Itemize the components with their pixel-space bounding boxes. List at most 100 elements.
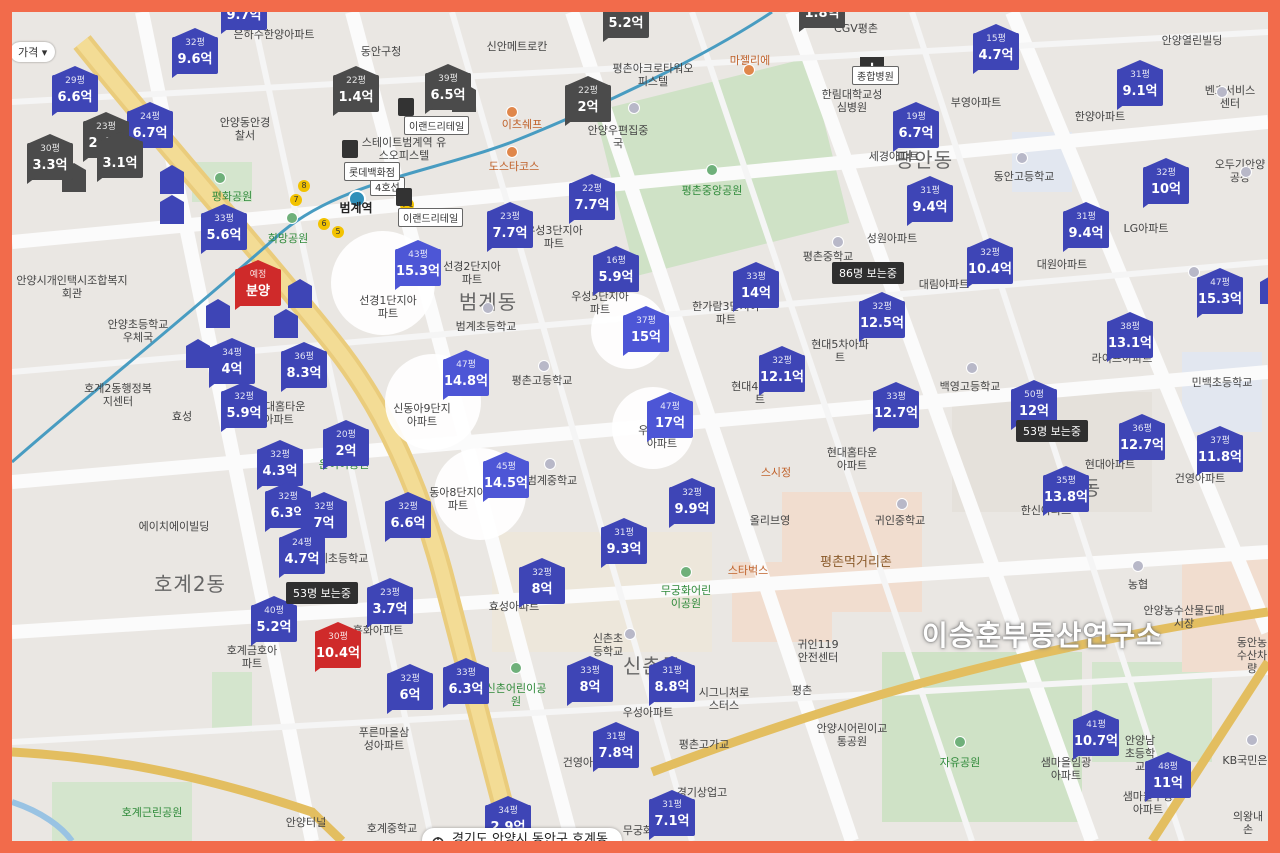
price-marker[interactable]: 35평 13.8억 xyxy=(1043,466,1089,516)
price-marker[interactable]: 43평 15.3억 xyxy=(395,240,441,290)
place-label: 스타벅스 xyxy=(727,564,769,577)
marker-price: 15.3억 xyxy=(395,264,441,279)
price-marker[interactable]: 37평 15억 xyxy=(623,306,669,356)
store-tag[interactable]: 롯데백화점 xyxy=(344,162,400,181)
marker-price: 5.9억 xyxy=(598,270,634,285)
map-canvas[interactable]: 범계동 호계2동 신촌동 평안동 귀인동 평촌먹거리촌 은하수한양아파트 동안구… xyxy=(12,12,1268,841)
area-label: 호계2동 xyxy=(154,572,226,596)
marker-price: 11억 xyxy=(1152,776,1184,791)
price-marker[interactable]: 33평 14억 xyxy=(733,262,779,312)
price-marker[interactable]: 47평 17억 xyxy=(647,392,693,442)
price-marker[interactable]: 47평 15.3억 xyxy=(1197,268,1243,318)
price-marker[interactable]: 47평 14.8억 xyxy=(443,350,489,400)
price-marker[interactable]: 3.1억 xyxy=(97,132,143,182)
building-marker[interactable] xyxy=(186,339,210,368)
store-tag[interactable]: 이랜드리테일 xyxy=(404,116,470,135)
price-marker[interactable]: 45평 14.5억 xyxy=(483,452,529,502)
building-marker[interactable] xyxy=(274,309,298,338)
place-label: 의왕내손 xyxy=(1232,810,1264,836)
price-marker[interactable]: 32평 6억 xyxy=(387,664,433,714)
marker-price: 2억 xyxy=(577,100,599,115)
price-marker[interactable]: 32평 8억 xyxy=(519,558,565,608)
marker-price: 3.3억 xyxy=(32,158,68,173)
price-marker[interactable]: 37평 11.8억 xyxy=(1197,426,1243,476)
price-marker[interactable]: 22평5.2억 xyxy=(603,12,649,42)
marker-size: 23평 xyxy=(380,588,400,598)
store-tag[interactable]: 이랜드리테일 xyxy=(398,208,464,227)
marker-tail xyxy=(1117,104,1125,110)
price-marker[interactable]: 32평 12.1억 xyxy=(759,346,805,396)
building-marker[interactable] xyxy=(160,165,184,194)
price-marker[interactable]: 32평 6.6억 xyxy=(385,492,431,542)
price-marker[interactable]: 1.8억 xyxy=(799,12,845,32)
bank-icon xyxy=(1132,560,1144,572)
price-marker[interactable]: 32평 5.9억 xyxy=(221,382,267,432)
price-marker[interactable]: 31평 9.3억 xyxy=(601,518,647,568)
building-marker[interactable] xyxy=(160,195,184,224)
place-label: 안양열린빌딩 xyxy=(1161,34,1223,47)
building-marker[interactable] xyxy=(288,279,312,308)
price-marker[interactable]: 31평 9.4억 xyxy=(907,176,953,226)
price-marker[interactable]: 33평 12.7억 xyxy=(873,382,919,432)
price-marker[interactable]: 22평 7.7억 xyxy=(569,174,615,224)
marker-size: 32평 xyxy=(682,488,702,498)
price-marker[interactable]: 29평 6.6억 xyxy=(52,66,98,116)
price-marker[interactable]: 32평 9.6억 xyxy=(172,28,218,78)
marker-tail xyxy=(52,110,60,116)
marker-size: 48평 xyxy=(1158,762,1178,772)
location-icon xyxy=(432,834,444,841)
price-marker[interactable]: 31평 7.8억 xyxy=(593,722,639,772)
marker-size: 15평 xyxy=(986,34,1006,44)
price-marker[interactable]: 22평 1.4억 xyxy=(333,66,379,116)
price-marker[interactable]: 30평 10.4억 xyxy=(315,622,361,672)
price-marker[interactable]: 32평 12.5억 xyxy=(859,292,905,342)
marker-size: 23평 xyxy=(500,212,520,222)
place-label: 귀인119안전센터 xyxy=(797,638,839,664)
price-marker[interactable]: 20평 2억 xyxy=(323,420,369,470)
building-marker[interactable] xyxy=(1260,275,1268,304)
price-marker[interactable]: 31평 8.8억 xyxy=(649,656,695,706)
park-icon xyxy=(510,662,522,674)
price-marker[interactable]: 32평 9.9억 xyxy=(669,478,715,528)
place-label: 벤츠서비스센터 xyxy=(1204,84,1256,110)
price-marker[interactable]: 36평 8.3억 xyxy=(281,342,327,392)
price-marker[interactable]: 38평 13.1억 xyxy=(1107,312,1153,362)
hospital-tag[interactable]: 종합병원 xyxy=(852,66,899,85)
price-marker[interactable]: 22평 2억 xyxy=(565,76,611,126)
price-marker[interactable]: 23평 7.7억 xyxy=(487,202,533,252)
price-marker[interactable]: 32평 10억 xyxy=(1143,158,1189,208)
marker-size: 38평 xyxy=(1120,322,1140,332)
place-label: 범계초등학교 xyxy=(455,320,517,333)
price-marker[interactable]: 9.7억 xyxy=(221,12,267,34)
marker-price: 6억 xyxy=(399,688,421,703)
price-marker[interactable]: 31평 9.1억 xyxy=(1117,60,1163,110)
price-marker[interactable]: 32평 10.4억 xyxy=(967,238,1013,288)
price-marker[interactable]: 23평 3.7억 xyxy=(367,578,413,628)
price-marker[interactable]: 31평 9.4억 xyxy=(1063,202,1109,252)
price-marker[interactable]: 41평 10.7억 xyxy=(1073,710,1119,760)
building-marker[interactable] xyxy=(206,299,230,328)
address-bar[interactable]: 경기도 안양시 동안구 호계동 xyxy=(422,828,622,841)
price-marker[interactable]: 16평 5.9억 xyxy=(593,246,639,296)
marker-size: 30평 xyxy=(40,144,60,154)
price-marker[interactable]: 48평 11억 xyxy=(1145,752,1191,802)
place-label: 안양터널 xyxy=(285,816,327,829)
price-marker[interactable]: 39평 6.5억 xyxy=(425,64,471,114)
marker-size: 32평 xyxy=(398,502,418,512)
price-marker[interactable]: 33평 5.6억 xyxy=(201,204,247,254)
marker-price: 1.4억 xyxy=(338,90,374,105)
price-marker[interactable]: 19평 6.7억 xyxy=(893,102,939,152)
price-marker[interactable]: 15평 4.7억 xyxy=(973,24,1019,74)
price-marker[interactable]: 33평 6.3억 xyxy=(443,658,489,708)
price-marker[interactable]: 33평 8억 xyxy=(567,656,613,706)
price-marker[interactable]: 24평 4.7억 xyxy=(279,528,325,578)
marker-tail xyxy=(97,176,105,182)
place-label: 안양동안경찰서 xyxy=(219,116,271,142)
place-label: 올리브영 xyxy=(749,514,791,527)
price-marker[interactable]: 36평 12.7억 xyxy=(1119,414,1165,464)
price-marker[interactable]: 30평 3.3억 xyxy=(27,134,73,184)
price-marker[interactable]: 예정 분양 xyxy=(235,260,281,310)
price-marker[interactable]: 31평 7.1억 xyxy=(649,790,695,840)
price-marker[interactable]: 34평 4억 xyxy=(209,338,255,388)
price-filter-chip[interactable]: 가격 ▾ xyxy=(12,42,56,62)
